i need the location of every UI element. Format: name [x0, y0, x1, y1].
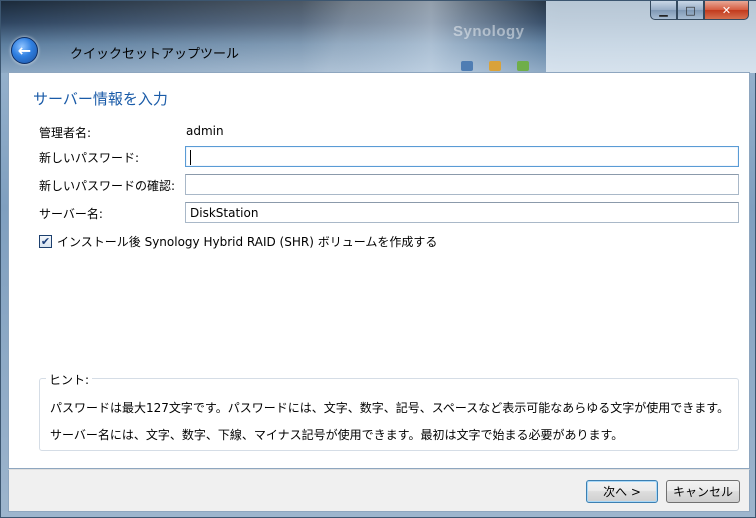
back-arrow-icon: ←: [17, 41, 32, 60]
text-caret: [190, 150, 191, 165]
checkmark-icon: ✔: [40, 235, 51, 248]
confirm-password-input[interactable]: [185, 174, 739, 195]
hint-title: ヒント:: [46, 371, 93, 388]
close-icon: ✕: [721, 3, 732, 17]
hint-password-rule: パスワードは最大127文字です。パスワードには、文字、数字、記号、スペースなど表…: [50, 401, 730, 415]
maximize-button[interactable]: □: [677, 1, 704, 20]
hint-server-name-rule: サーバー名には、文字、数字、下線、マイナス記号が使用できます。最初は文字で始まる…: [50, 428, 624, 442]
close-button[interactable]: ✕: [704, 1, 749, 20]
admin-name-value: admin: [186, 124, 224, 138]
content-panel: サーバー情報を入力 管理者名: admin 新しいパスワード: 新しいパスワード…: [8, 72, 750, 469]
wizard-title: クイックセットアップツール: [70, 47, 240, 62]
hint-group: ヒント: パスワードは最大127文字です。パスワードには、文字、数字、記号、スペ…: [39, 371, 739, 451]
caption-buttons: ▁ □ ✕: [650, 1, 749, 20]
next-button[interactable]: 次へ >: [586, 480, 658, 503]
confirm-password-label: 新しいパスワードの確認:: [39, 179, 176, 193]
minimize-button[interactable]: ▁: [650, 1, 677, 20]
server-name-input[interactable]: [185, 202, 739, 223]
admin-name-label: 管理者名:: [39, 126, 92, 140]
window-frame: Synology ▁ □ ✕ ← クイックセットアップツール サーバー情報を入力…: [0, 0, 756, 518]
wizard-header: ← クイックセットアップツール: [8, 31, 750, 71]
server-name-label: サーバー名:: [39, 207, 103, 221]
new-password-label: 新しいパスワード:: [39, 151, 140, 165]
shr-option[interactable]: ✔ インストール後 Synology Hybrid RAID (SHR) ボリュ…: [39, 233, 437, 250]
shr-checkbox-label[interactable]: インストール後 Synology Hybrid RAID (SHR) ボリューム…: [57, 233, 437, 250]
cancel-button[interactable]: キャンセル: [666, 480, 740, 503]
new-password-input[interactable]: [185, 146, 739, 167]
wizard-footer: 次へ > キャンセル: [8, 469, 750, 512]
back-button[interactable]: ←: [11, 37, 38, 64]
minimize-icon: ▁: [659, 3, 668, 17]
page-heading: サーバー情報を入力: [33, 90, 168, 108]
maximize-icon: □: [685, 3, 696, 17]
shr-checkbox[interactable]: ✔: [39, 235, 52, 248]
